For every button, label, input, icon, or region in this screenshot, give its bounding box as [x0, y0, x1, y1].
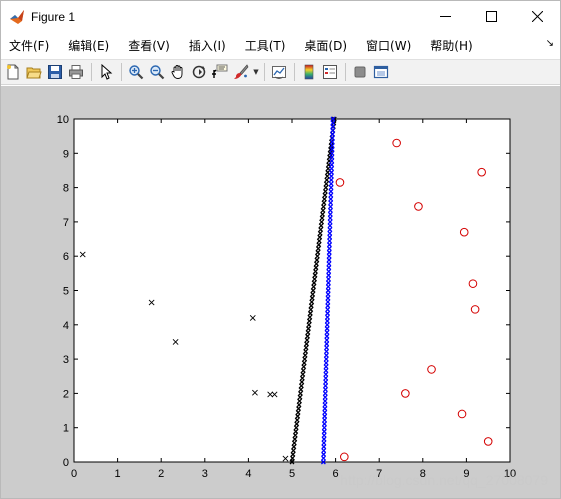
chevron-down-icon: ▼	[253, 68, 259, 76]
maximize-icon	[485, 11, 497, 22]
x-tick-label: 0	[71, 468, 77, 480]
zoom-out-button[interactable]	[147, 62, 167, 82]
toolbar-separator	[294, 63, 295, 81]
print-icon	[69, 65, 83, 79]
x-tick-label: 5	[289, 468, 295, 480]
pan-hand-icon	[171, 65, 183, 79]
axes-box[interactable]	[73, 118, 511, 463]
y-tick-label: 6	[63, 251, 69, 263]
rotate-3d-icon	[192, 65, 206, 79]
menu-help[interactable]: 帮助(H)	[422, 37, 480, 54]
y-tick-label: 0	[63, 457, 69, 469]
menu-view[interactable]: 查看(V)	[120, 37, 178, 54]
insert-colorbar-button[interactable]	[299, 62, 319, 82]
menu-tools[interactable]: 工具(T)	[237, 37, 294, 54]
brush-icon	[234, 64, 249, 79]
menu-file[interactable]: 文件(F)	[1, 37, 57, 54]
y-tick-label: 2	[63, 388, 69, 400]
matlab-app-icon	[10, 9, 24, 24]
zoom-in-icon	[129, 65, 144, 80]
toolbar-separator	[91, 63, 92, 81]
link-plot-button[interactable]	[269, 62, 289, 82]
rotate-3d-button[interactable]	[189, 62, 209, 82]
y-tick-label: 10	[57, 114, 69, 126]
y-tick-label: 5	[63, 286, 69, 298]
link-plot-icon	[272, 66, 286, 79]
hide-plot-tools-icon	[354, 66, 366, 78]
y-tick-label: 7	[63, 217, 69, 229]
open-file-icon	[26, 67, 42, 79]
zoom-out-icon	[150, 65, 165, 80]
window-controls	[422, 1, 560, 32]
menu-window[interactable]: 窗口(W)	[358, 37, 419, 54]
show-plot-tools-button[interactable]	[371, 62, 391, 82]
edit-plot-button[interactable]	[96, 62, 116, 82]
data-cursor-button[interactable]	[210, 62, 230, 82]
show-plot-tools-icon	[373, 65, 389, 79]
minimize-button[interactable]	[422, 1, 468, 32]
save-button[interactable]	[45, 62, 65, 82]
maximize-button[interactable]	[468, 1, 514, 32]
new-figure-button[interactable]	[3, 62, 23, 82]
new-figure-icon	[7, 64, 19, 80]
close-button[interactable]	[514, 1, 560, 32]
scatter-plot[interactable]: 0 1 2 3 4 5 6 7 8 9 10012345678910	[1, 86, 560, 498]
x-tick-label: 2	[158, 468, 164, 480]
y-tick-label: 8	[63, 183, 69, 195]
hide-plot-tools-button[interactable]	[350, 62, 370, 82]
menu-bar: 文件(F) 编辑(E) 查看(V) 插入(I) 工具(T) 桌面(D) 窗口(W…	[1, 34, 560, 56]
figure-window: Figure 1 文件(F) 编辑(E) 查看(V) 插入(I) 工具(T) 桌…	[0, 0, 561, 499]
y-tick-label: 1	[63, 423, 69, 435]
colorbar-icon	[304, 64, 314, 80]
y-tick-label: 3	[63, 354, 69, 366]
save-icon	[48, 65, 62, 79]
open-file-button[interactable]	[24, 62, 44, 82]
x-tick-label: 1	[115, 468, 121, 480]
brush-button[interactable]	[231, 62, 251, 82]
minimize-icon	[439, 16, 451, 17]
watermark-text: http://blog.csdn.net/qq_27008079	[340, 472, 548, 488]
zoom-in-button[interactable]	[126, 62, 146, 82]
figure-canvas[interactable]: 0 1 2 3 4 5 6 7 8 9 10 0 1 2 3 4 5 6 7 8 9 10 http://blog.csd…	[1, 86, 560, 498]
toolbar-separator	[345, 63, 346, 81]
x-tick-label: 6	[333, 468, 339, 480]
x-tick-label: 4	[245, 468, 251, 480]
toolbar-separator	[121, 63, 122, 81]
pointer-icon	[101, 64, 113, 80]
legend-icon	[323, 65, 337, 79]
pan-button[interactable]	[168, 62, 188, 82]
insert-legend-button[interactable]	[320, 62, 340, 82]
menu-insert[interactable]: 插入(I)	[181, 37, 234, 54]
close-icon	[531, 11, 543, 22]
data-cursor-icon	[212, 64, 228, 78]
menu-desktop[interactable]: 桌面(D)	[296, 37, 355, 54]
window-title: Figure 1	[31, 9, 76, 24]
x-tick-label: 3	[202, 468, 208, 480]
print-button[interactable]	[66, 62, 86, 82]
figure-toolbar: ▼	[1, 59, 560, 85]
menu-edit[interactable]: 编辑(E)	[60, 37, 117, 54]
menu-dock-arrow-icon[interactable]: ↘	[546, 38, 554, 49]
title-bar[interactable]: Figure 1	[1, 1, 560, 32]
y-tick-label: 4	[63, 320, 69, 332]
brush-dropdown[interactable]: ▼	[252, 62, 260, 82]
toolbar-separator	[264, 63, 265, 81]
y-tick-label: 9	[63, 148, 69, 160]
